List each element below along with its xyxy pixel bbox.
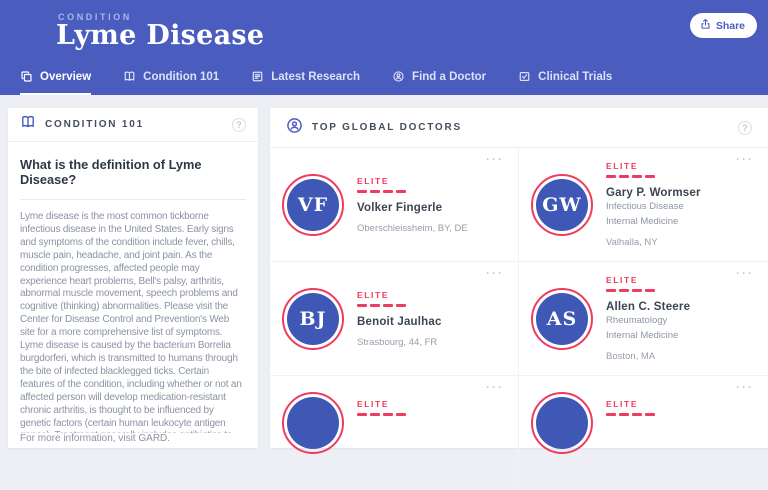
doctor-circle-icon	[286, 117, 303, 139]
card-menu-icon[interactable]	[736, 266, 754, 280]
tab-label: Condition 101	[143, 71, 219, 83]
tab-overview[interactable]: Overview	[20, 70, 91, 95]
doctor-info: ELITE	[606, 399, 655, 425]
help-icon[interactable]: ?	[232, 118, 246, 132]
book-icon	[20, 114, 36, 135]
avatar: GW	[531, 174, 593, 236]
divider	[20, 199, 246, 200]
top-doctors-panel-header: TOP GLOBAL DOCTORS ?	[270, 108, 768, 148]
tab-latest-research[interactable]: Latest Research	[251, 70, 360, 95]
card-menu-icon[interactable]	[736, 380, 754, 394]
more-info-line: For more information, visit GARD.	[20, 433, 246, 446]
elite-badge: ELITE	[357, 176, 468, 186]
avatar: AS	[531, 288, 593, 350]
condition-101-panel: CONDITION 101 ? What is the definition o…	[8, 108, 258, 448]
definition-text: Lyme disease is the most common tickborn…	[20, 211, 246, 433]
doctor-card[interactable]: AS ELITE Allen C. Steere Rheumatology In…	[519, 262, 768, 376]
tab-condition-101[interactable]: Condition 101	[123, 70, 219, 95]
doctor-card[interactable]: GW ELITE Gary P. Wormser Infectious Dise…	[519, 148, 768, 262]
elite-bar	[606, 289, 690, 292]
doctor-card[interactable]: VF ELITE Volker Fingerle Oberschleisshei…	[270, 148, 519, 262]
condition-101-body: What is the definition of Lyme Disease? …	[8, 142, 258, 446]
doctor-specialty: Infectious Disease	[606, 201, 701, 214]
elite-bar	[357, 413, 406, 416]
news-icon	[251, 70, 264, 83]
card-menu-icon[interactable]	[486, 380, 504, 394]
doctor-name[interactable]: Volker Fingerle	[357, 202, 468, 214]
doctor-location: Oberschleissheim, BY, DE	[357, 223, 468, 234]
doctor-grid: VF ELITE Volker Fingerle Oberschleisshei…	[270, 148, 768, 490]
share-label: Share	[716, 20, 745, 32]
doctor-info: ELITE Allen C. Steere Rheumatology Inter…	[606, 275, 690, 362]
card-menu-icon[interactable]	[486, 266, 504, 280]
clipboard-icon	[518, 70, 531, 83]
avatar	[531, 392, 593, 454]
top-doctors-panel: TOP GLOBAL DOCTORS ? VF ELITE Volker Fin…	[270, 108, 768, 448]
tab-bar: Overview Condition 101 Latest Research	[20, 70, 612, 95]
avatar-initials: BJ	[287, 293, 339, 345]
doctor-card[interactable]: ELITE	[270, 376, 519, 490]
elite-bar	[357, 304, 442, 307]
doctor-icon	[392, 70, 405, 83]
tab-label: Overview	[40, 71, 91, 83]
avatar: VF	[282, 174, 344, 236]
panel-title: CONDITION 101	[45, 119, 144, 130]
doctor-info: ELITE Gary P. Wormser Infectious Disease…	[606, 161, 701, 248]
share-button[interactable]: Share	[690, 13, 757, 38]
doctor-card[interactable]: ELITE	[519, 376, 768, 490]
doctor-info: ELITE Volker Fingerle Oberschleissheim, …	[357, 176, 468, 234]
elite-badge: ELITE	[606, 275, 690, 285]
avatar: BJ	[282, 288, 344, 350]
avatar-initials: AS	[536, 293, 588, 345]
doctor-name[interactable]: Gary P. Wormser	[606, 187, 701, 199]
elite-bar	[357, 190, 468, 193]
avatar	[282, 392, 344, 454]
card-menu-icon[interactable]	[486, 152, 504, 166]
definition-question: What is the definition of Lyme Disease?	[20, 157, 246, 187]
elite-badge: ELITE	[606, 399, 655, 409]
share-icon	[700, 18, 711, 33]
elite-badge: ELITE	[606, 161, 701, 171]
elite-badge: ELITE	[357, 399, 406, 409]
tab-label: Clinical Trials	[538, 71, 612, 83]
tab-clinical-trials[interactable]: Clinical Trials	[518, 70, 612, 95]
tab-label: Find a Doctor	[412, 71, 486, 83]
doctor-location: Boston, MA	[606, 351, 690, 362]
page-title: Lyme Disease	[56, 20, 264, 51]
doctor-name[interactable]: Benoit Jaulhac	[357, 316, 442, 328]
doctor-name[interactable]: Allen C. Steere	[606, 301, 690, 313]
doctor-specialty: Internal Medicine	[606, 330, 690, 343]
overview-icon	[20, 70, 33, 83]
doctor-location: Strasbourg, 44, FR	[357, 337, 442, 348]
card-menu-icon[interactable]	[736, 152, 754, 166]
doctor-specialty: Internal Medicine	[606, 216, 701, 229]
doctor-specialty: Rheumatology	[606, 315, 690, 328]
doctor-info: ELITE Benoit Jaulhac Strasbourg, 44, FR	[357, 290, 442, 348]
doctor-info: ELITE	[357, 399, 406, 425]
tab-find-a-doctor[interactable]: Find a Doctor	[392, 70, 486, 95]
doctor-location: Valhalla, NY	[606, 237, 701, 248]
tab-label: Latest Research	[271, 71, 360, 83]
book-icon	[123, 70, 136, 83]
help-icon[interactable]: ?	[738, 121, 752, 135]
avatar-initials: VF	[287, 179, 339, 231]
doctor-card[interactable]: BJ ELITE Benoit Jaulhac Strasbourg, 44, …	[270, 262, 519, 376]
elite-bar	[606, 413, 655, 416]
elite-badge: ELITE	[357, 290, 442, 300]
avatar-initials: GW	[536, 179, 588, 231]
elite-bar	[606, 175, 701, 178]
condition-101-panel-header: CONDITION 101 ?	[8, 108, 258, 142]
panel-title: TOP GLOBAL DOCTORS	[312, 122, 462, 133]
page-header: CONDITION Lyme Disease Share Overview	[0, 0, 768, 95]
